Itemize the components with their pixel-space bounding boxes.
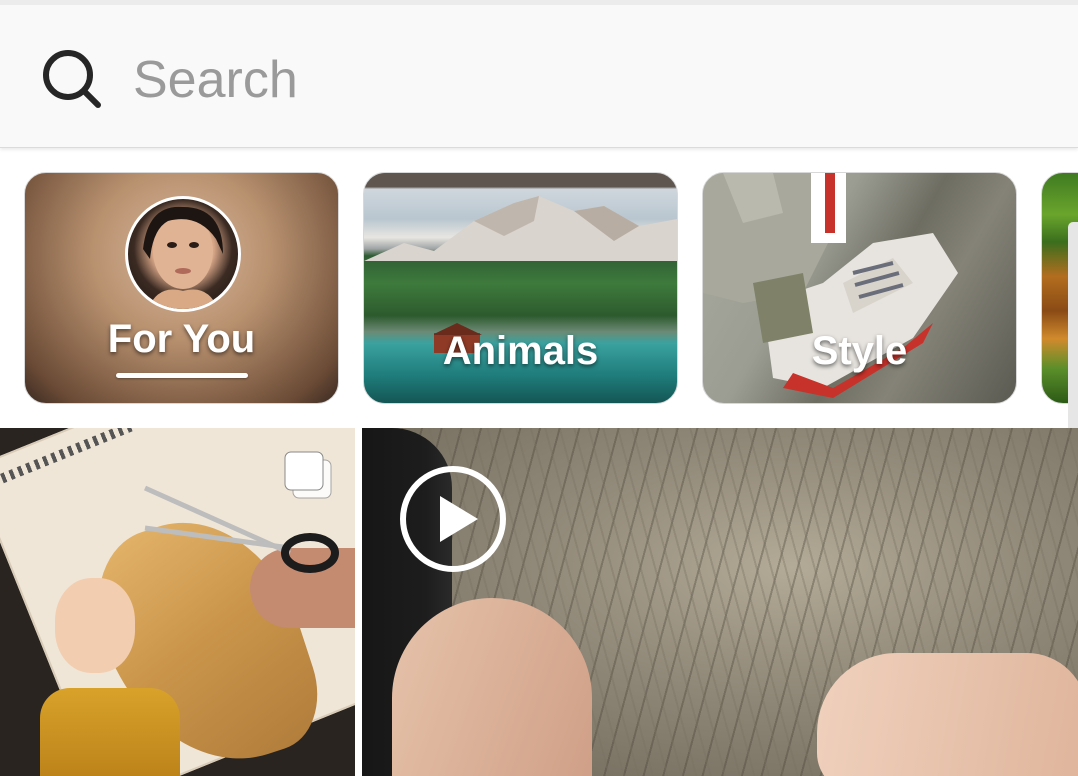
mountain-image [364, 196, 677, 261]
search-icon[interactable] [38, 45, 108, 115]
category-label: Animals [442, 329, 599, 373]
grid-tile-drawing[interactable] [0, 428, 355, 776]
category-carousel[interactable]: For You Animals Style [0, 172, 1078, 404]
category-label: Style [811, 329, 908, 373]
avatar [125, 196, 241, 312]
category-for-you[interactable]: For You [24, 172, 339, 404]
drawing-face [55, 578, 135, 673]
hand-image [817, 653, 1078, 776]
drawing-dress [40, 688, 180, 776]
selected-indicator [116, 373, 248, 378]
explore-grid [0, 428, 1078, 776]
grid-tile-video[interactable] [362, 428, 1078, 776]
arm-image [392, 598, 592, 776]
category-label: For You [107, 317, 256, 361]
search-bar[interactable]: Search [0, 5, 1078, 148]
category-style[interactable]: Style [702, 172, 1017, 404]
play-icon[interactable] [398, 464, 508, 574]
category-animals[interactable]: Animals [363, 172, 678, 404]
search-input[interactable]: Search [133, 45, 298, 115]
multiple-photos-icon [284, 451, 332, 499]
